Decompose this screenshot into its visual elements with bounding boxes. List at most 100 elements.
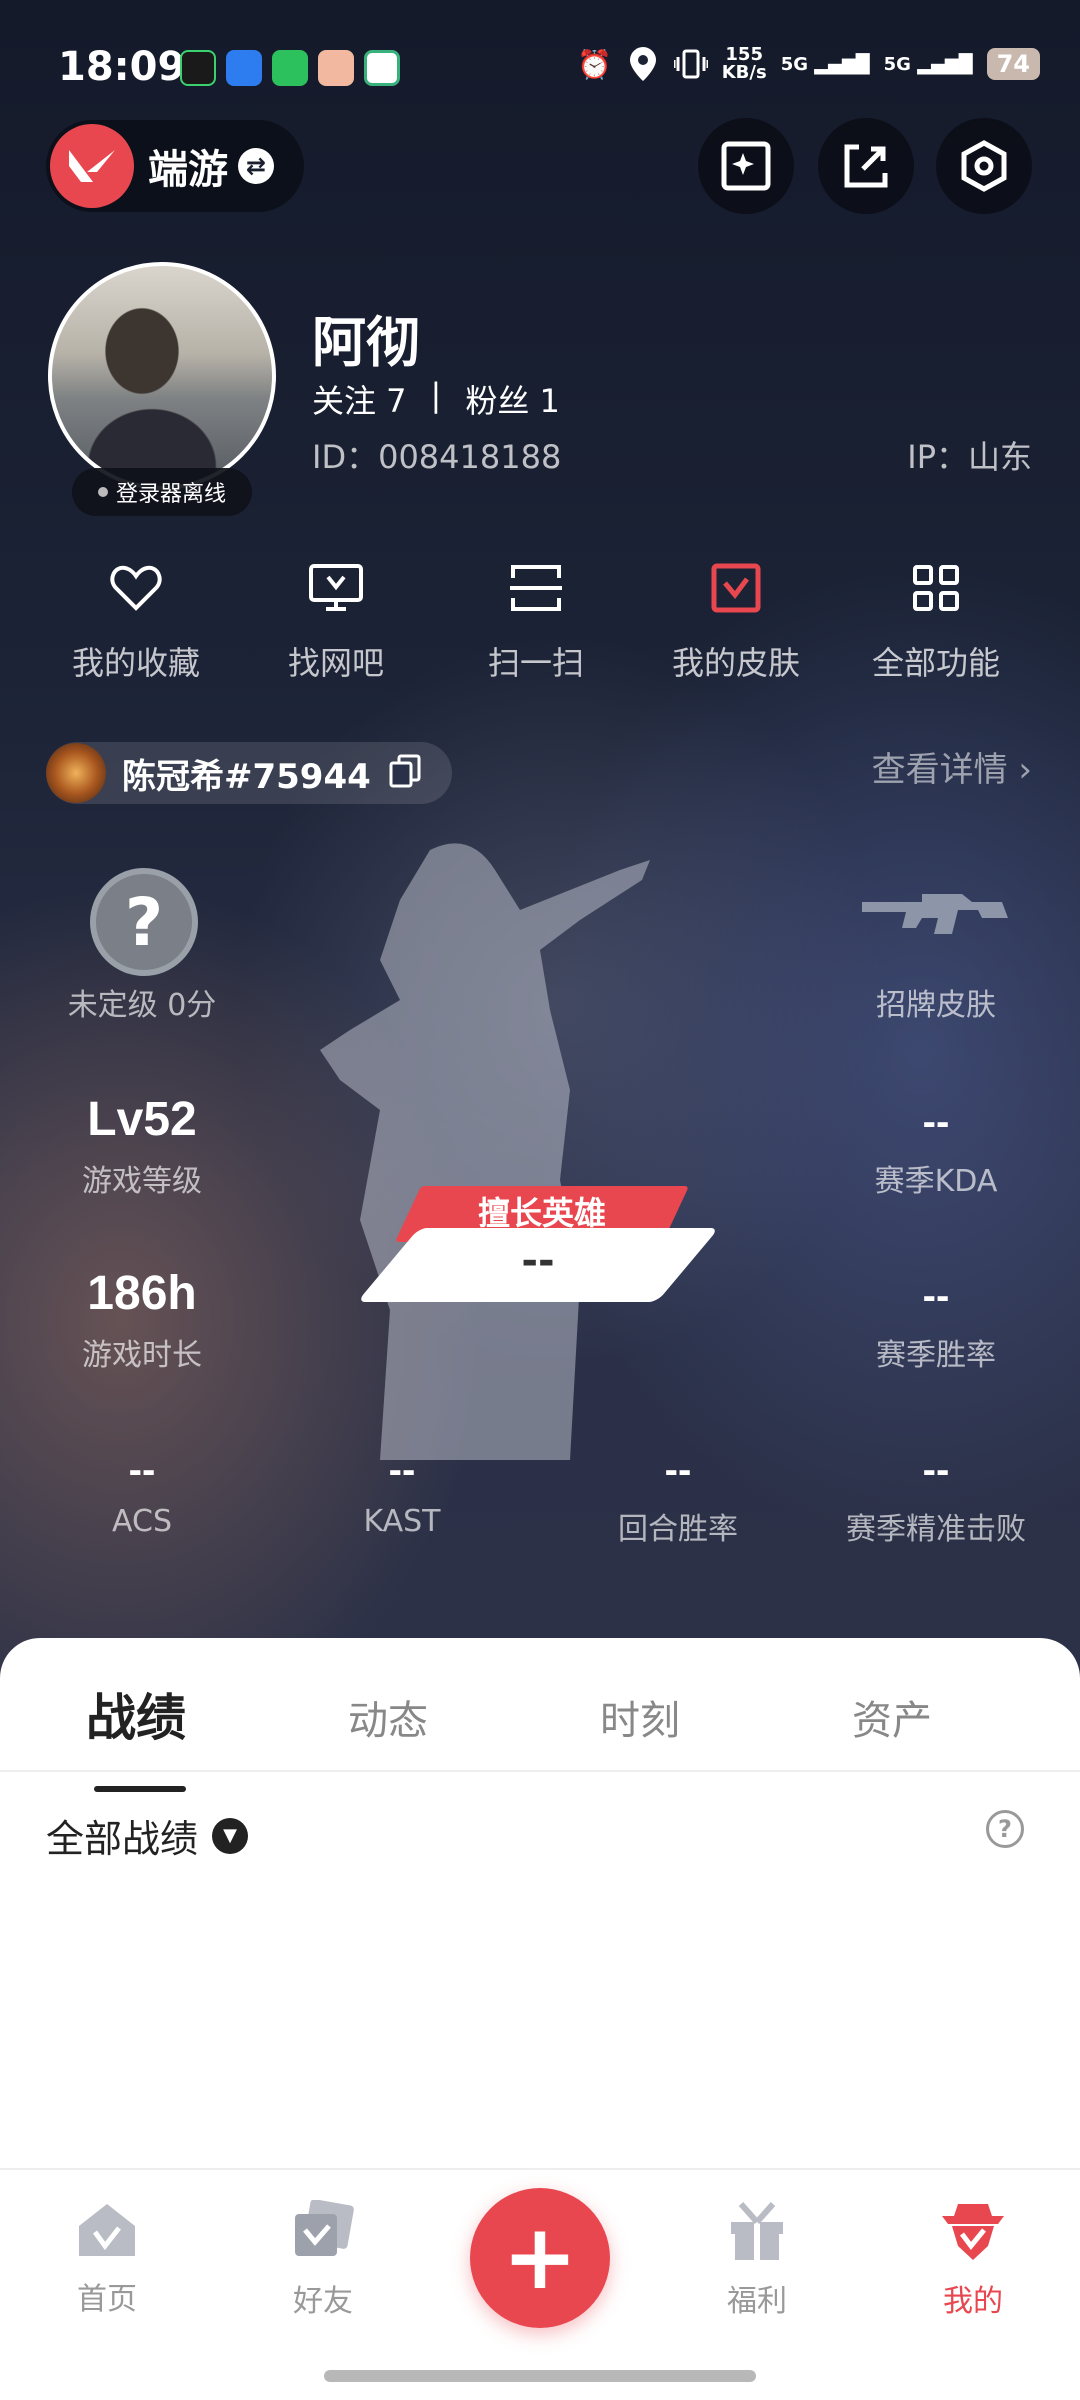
friends-icon [295, 2199, 354, 2256]
grid-icon [913, 565, 959, 611]
quick-action-label: 我的收藏 [71, 644, 200, 682]
round-winrate-label: 回合胜率 [618, 1512, 738, 1547]
swap-icon: ⇄ [238, 148, 274, 184]
user-ip-location: IP：山东 [907, 438, 1032, 476]
chevron-down-icon: ▼ [212, 1817, 249, 1854]
app-notification-icon [364, 50, 400, 86]
signal-2: 5G ▂▄▆█ [883, 53, 973, 75]
tab-assets[interactable]: 资产 [852, 1688, 932, 1746]
settings-hexagon-icon [961, 140, 1007, 192]
home-icon [79, 2204, 135, 2256]
nav-label: 福利 [727, 2284, 787, 2319]
quick-action-favorites[interactable]: 我的收藏 [36, 556, 236, 684]
round-winrate-value: -- [664, 1448, 692, 1492]
follow-stats: 关注 7 | 粉丝 1 [312, 376, 560, 422]
game-name: 端游 [148, 147, 228, 193]
heart-icon [110, 565, 162, 611]
gift-icon [731, 2202, 783, 2260]
status-bar: 18:09 ⏰ 155 KB/s 5G ▂▄▆█ 5G ▂▄▆█ 74 [0, 40, 1080, 100]
rank-unrated-icon: ? [90, 868, 198, 976]
app-notification-icon [180, 50, 216, 86]
vandal-gun-icon [862, 894, 1008, 934]
rank-label: 未定级 0分 [67, 988, 217, 1023]
quick-action-label: 我的皮肤 [671, 644, 800, 682]
records-filter-dropdown[interactable]: 全部战绩 ▼ [46, 1808, 249, 1863]
quick-actions: 我的收藏 找网吧 扫一扫 我的皮肤 全部功能 [0, 556, 1080, 684]
player-tag-chip[interactable]: 陈冠希#75944 [46, 742, 452, 804]
alarm-icon: ⏰ [577, 47, 613, 81]
sparkle-card-icon [721, 141, 771, 191]
precise-kills-label: 赛季精准击败 [846, 1512, 1026, 1547]
help-icon[interactable]: ? [986, 1810, 1024, 1848]
game-switcher[interactable]: 端游 ⇄ [46, 120, 304, 212]
status-dot-icon [97, 487, 108, 497]
quick-action-scan[interactable]: 扫一扫 [436, 556, 636, 684]
username: 阿彻 [312, 311, 420, 374]
skin-icon [711, 563, 761, 613]
network-speed-unit: KB/s [721, 62, 767, 83]
chevron-right-icon: › [1018, 750, 1032, 790]
quick-action-my-skins[interactable]: 我的皮肤 [636, 556, 836, 684]
sparkle-edit-button[interactable] [698, 118, 794, 214]
login-status-text: 登录器离线 [115, 482, 226, 507]
player-card-avatar [46, 743, 106, 803]
quick-action-internet-cafe[interactable]: 找网吧 [236, 556, 436, 684]
copy-icon[interactable] [389, 754, 421, 792]
quick-action-all-functions[interactable]: 全部功能 [836, 556, 1036, 684]
tab-activity[interactable]: 动态 [348, 1688, 428, 1746]
battery-indicator: 74 [986, 48, 1040, 80]
share-icon [844, 144, 888, 188]
nav-friends[interactable]: 好友 [248, 2199, 398, 2320]
avatar[interactable] [48, 262, 276, 490]
tab-records[interactable]: 战绩 [86, 1678, 186, 1750]
nav-home[interactable]: 首页 [32, 2200, 182, 2318]
home-indicator[interactable] [324, 2370, 756, 2382]
settings-button[interactable] [936, 118, 1032, 214]
signal-1-label: 5G [780, 53, 808, 75]
records-panel: 战绩 动态 时刻 资产 全部战绩 ▼ ? [0, 1638, 1080, 2168]
nav-welfare[interactable]: 福利 [682, 2200, 832, 2320]
quick-action-label: 找网吧 [287, 644, 384, 682]
tab-moments[interactable]: 时刻 [600, 1688, 680, 1746]
app-notification-icon [318, 50, 354, 86]
nav-label: 我的 [943, 2284, 1003, 2319]
best-hero-value: -- [521, 1238, 555, 1284]
location-icon [626, 47, 660, 81]
nav-me[interactable]: 我的 [898, 2200, 1048, 2320]
active-tab-indicator [94, 1786, 186, 1792]
scan-icon [510, 565, 562, 611]
kast-value: -- [388, 1448, 416, 1492]
agent-silhouette-image [320, 843, 650, 1460]
quick-action-label: 扫一扫 [487, 644, 584, 682]
records-filter-label: 全部战绩 [46, 1817, 199, 1861]
view-details-label: 查看详情 [871, 750, 1008, 790]
valorant-logo-icon [50, 124, 134, 208]
app-notification-icon [226, 50, 262, 86]
following-count[interactable]: 关注 7 [312, 376, 407, 422]
share-button[interactable] [818, 118, 914, 214]
season-kda-value: -- [922, 1100, 950, 1144]
nav-label: 好友 [293, 2284, 353, 2319]
system-status-icons: ⏰ 155 KB/s 5G ▂▄▆█ 5G ▂▄▆█ 74 [577, 46, 1040, 82]
quick-action-label: 全部功能 [871, 644, 1000, 682]
divider [0, 1770, 1080, 1772]
signal-2-label: 5G [883, 53, 911, 75]
season-winrate-label: 赛季胜率 [876, 1338, 996, 1373]
wechat-icon [272, 50, 308, 86]
network-speed: 155 KB/s [722, 46, 767, 82]
play-time-value: 186h [87, 1267, 197, 1320]
featured-skin-label: 招牌皮肤 [876, 988, 996, 1023]
game-level-label: 游戏等级 [82, 1164, 202, 1199]
profile-tabs: 战绩 动态 时刻 资产 [0, 1678, 1080, 1792]
monitor-icon [309, 564, 363, 611]
kast-label: KAST [363, 1504, 441, 1539]
view-details-link[interactable]: 查看详情 › [872, 742, 1032, 791]
game-level-value: Lv52 [87, 1093, 197, 1146]
player-riot-id: 陈冠希#75944 [122, 756, 371, 797]
season-kda-label: 赛季KDA [874, 1164, 998, 1199]
bottom-navigation: 首页 好友 + 福利 我的 [0, 2168, 1080, 2400]
fans-count[interactable]: 粉丝 1 [465, 376, 560, 422]
vibrate-icon [673, 47, 708, 81]
status-time: 18:09 [58, 44, 186, 90]
create-post-button[interactable]: + [470, 2188, 610, 2328]
